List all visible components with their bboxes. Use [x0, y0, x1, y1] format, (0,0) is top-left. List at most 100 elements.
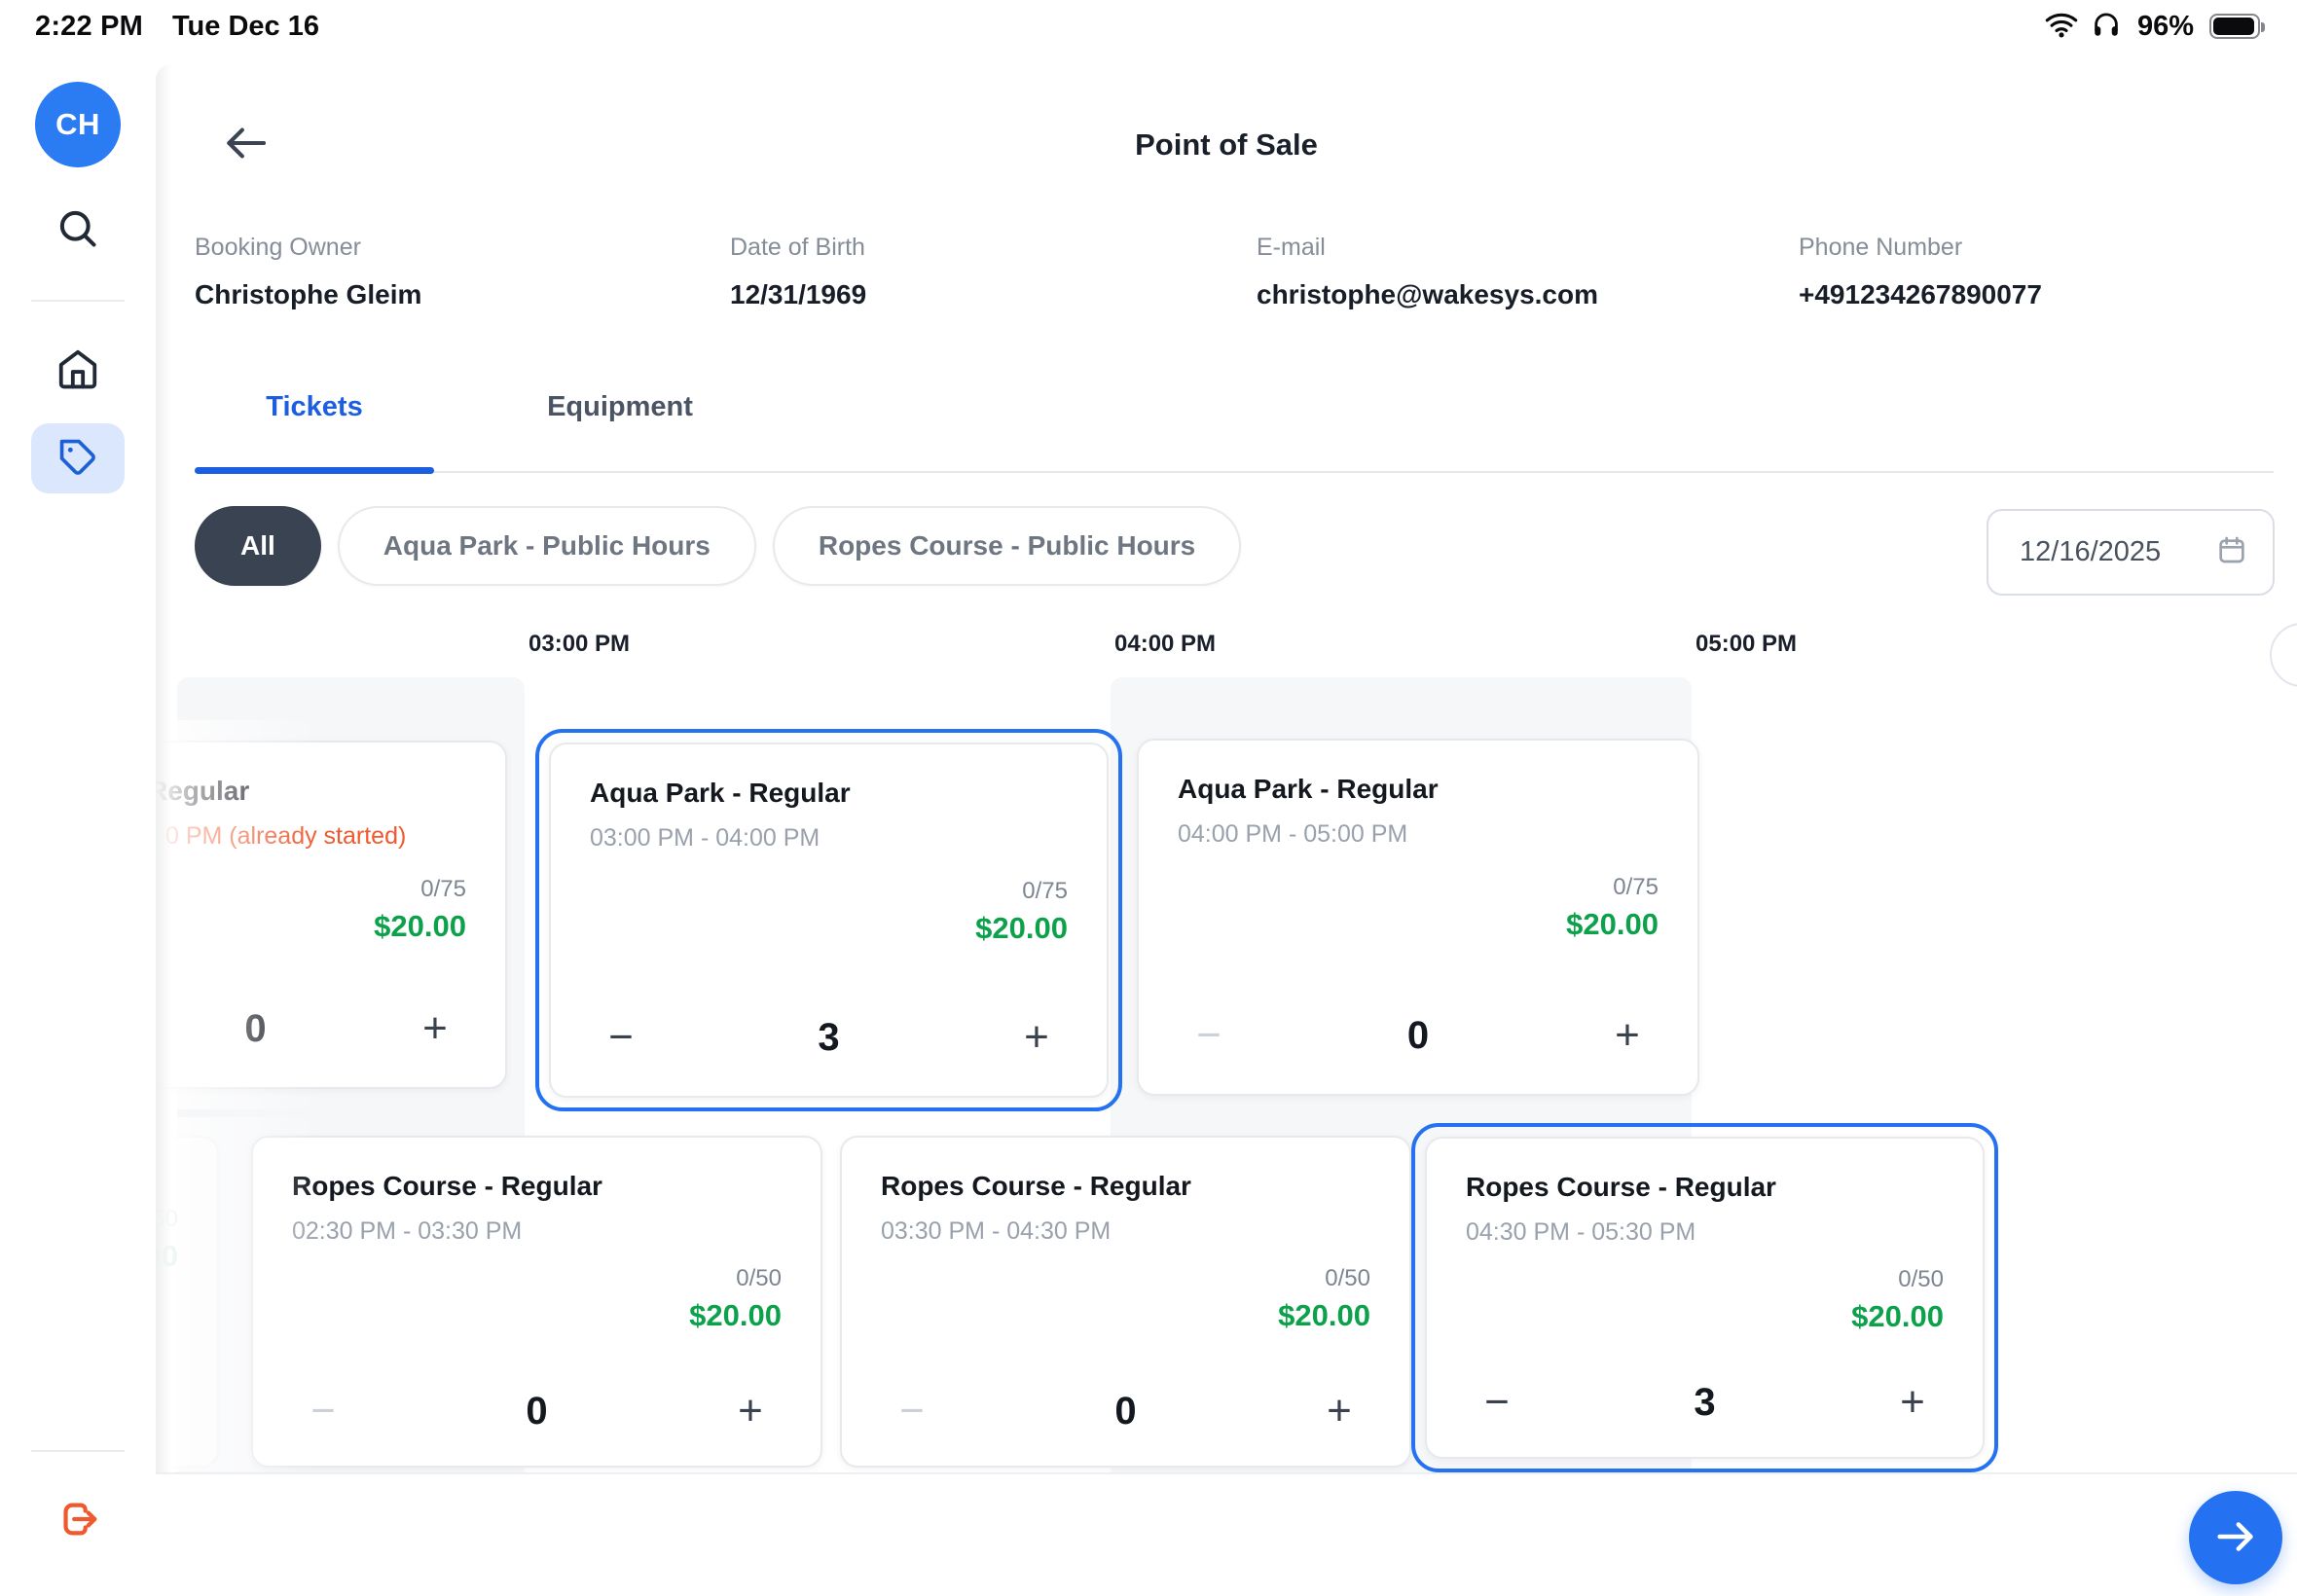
ticket-capacity: 0/50 — [736, 1265, 782, 1292]
ticket-card[interactable]: Ropes Course - Regular 03:30 PM - 04:30 … — [840, 1136, 1411, 1468]
next-button[interactable] — [2189, 1491, 2282, 1584]
field-value: christophe@wakesys.com — [1257, 279, 1598, 310]
ticket-time: 04:30 PM - 05:30 PM — [1466, 1218, 1944, 1247]
ticket-card[interactable]: Ropes Course - Regular 02:30 PM - 03:30 … — [251, 1136, 822, 1468]
ticket-card-selected[interactable]: Ropes Course - Regular 04:30 PM - 05:30 … — [1425, 1137, 1985, 1459]
decrease-button[interactable]: − — [881, 1380, 943, 1442]
quantity-stepper: − 3 + — [1466, 1371, 1944, 1433]
ticket-time: 02:30 PM - 03:30 PM — [292, 1217, 782, 1246]
ticket-time: 04:00 PM - 05:00 PM — [1178, 820, 1659, 849]
ticket-price: $20.00 — [1566, 907, 1659, 942]
increase-button[interactable]: + — [1005, 1006, 1068, 1069]
page-title: Point of Sale — [156, 127, 2297, 163]
footer-bar — [156, 1472, 2297, 1596]
logout-button[interactable] — [31, 1485, 125, 1555]
panel-edge-shadow — [156, 64, 171, 1596]
tab-track — [195, 471, 2274, 473]
battery-icon — [2209, 14, 2260, 39]
quantity-value: 0 — [244, 1007, 266, 1051]
time-slot-label: 04:00 PM — [1114, 631, 1216, 658]
ticket-price: $20.00 — [1851, 1299, 1944, 1334]
status-date: Tue Dec 16 — [172, 11, 319, 43]
scroll-right-button[interactable] — [2270, 623, 2297, 687]
decrease-button[interactable]: − — [1178, 1004, 1240, 1067]
decrease-button[interactable]: − — [590, 1006, 652, 1069]
tag-icon — [57, 437, 98, 481]
quantity-value: 3 — [818, 1016, 839, 1060]
increase-button[interactable]: + — [404, 998, 466, 1060]
ticket-price: $20.00 — [374, 909, 466, 944]
ticket-title: Aqua Park - Regular — [590, 778, 1068, 809]
quantity-stepper: − 0 + — [292, 1380, 782, 1442]
increase-button[interactable]: + — [1308, 1380, 1370, 1442]
logout-icon — [55, 1497, 100, 1544]
home-icon — [55, 346, 100, 394]
increase-button[interactable]: + — [1596, 1004, 1659, 1067]
ticket-capacity: 0/50 — [1325, 1265, 1370, 1292]
avatar[interactable]: CH — [35, 82, 121, 167]
ticket-price: $20.00 — [975, 911, 1068, 946]
field-value: +491234267890077 — [1799, 279, 2042, 310]
chip-aqua-park-public-hours[interactable]: Aqua Park - Public Hours — [338, 506, 756, 586]
increase-button[interactable]: + — [1881, 1371, 1944, 1433]
ticket-title: Ropes Course - Regular — [292, 1171, 782, 1202]
increase-button[interactable]: + — [719, 1380, 782, 1442]
decrease-button[interactable]: − — [1466, 1371, 1528, 1433]
sidebar-item-point-of-sale[interactable] — [31, 423, 125, 493]
sidebar-divider — [31, 1450, 125, 1452]
ticket-time: 03:00 PM - 04:00 PM — [590, 824, 1068, 852]
search-icon — [56, 207, 99, 253]
ticket-title: Regular — [148, 776, 466, 807]
quantity-value: 0 — [526, 1390, 547, 1433]
ticket-capacity: 0/75 — [1613, 874, 1659, 901]
quantity-stepper: − 0 + — [1178, 1004, 1659, 1067]
quantity-value: 3 — [1694, 1381, 1715, 1425]
date-value: 12/16/2025 — [2020, 536, 2161, 568]
tab-equipment[interactable]: Equipment — [498, 391, 742, 423]
sidebar-item-home[interactable] — [31, 335, 125, 405]
ticket-price: $20.00 — [1278, 1298, 1370, 1333]
search-button[interactable] — [31, 197, 125, 263]
ticket-capacity: 0/75 — [1022, 878, 1068, 905]
back-button[interactable] — [218, 119, 273, 169]
ticket-card-selected[interactable]: Aqua Park - Regular 03:00 PM - 04:00 PM … — [549, 743, 1109, 1098]
ticket-capacity: 0/50 — [1898, 1266, 1944, 1293]
quantity-stepper: − 0 + — [881, 1380, 1370, 1442]
field-phone-number: Phone Number +491234267890077 — [1799, 234, 2042, 310]
field-label: Date of Birth — [730, 234, 866, 262]
ticket-title: Ropes Course - Regular — [1466, 1172, 1944, 1203]
chip-all[interactable]: All — [195, 506, 321, 586]
chip-ropes-course-public-hours[interactable]: Ropes Course - Public Hours — [773, 506, 1241, 586]
selected-ticket-ring: Ropes Course - Regular 04:30 PM - 05:30 … — [1411, 1123, 1998, 1472]
tab-tickets[interactable]: Tickets — [195, 391, 434, 423]
back-arrow-icon — [223, 125, 268, 164]
arrow-right-icon — [2213, 1514, 2258, 1562]
headphones-icon — [2091, 9, 2122, 45]
field-booking-owner: Booking Owner Christophe Gleim — [195, 234, 421, 310]
filter-chips: All Aqua Park - Public Hours Ropes Cours… — [195, 506, 1241, 586]
decrease-button[interactable]: − — [292, 1380, 354, 1442]
sidebar: CH — [0, 47, 156, 1596]
status-bar: 2:22 PM Tue Dec 16 96% — [0, 0, 2297, 47]
selected-ticket-ring: Aqua Park - Regular 03:00 PM - 04:00 PM … — [535, 729, 1122, 1111]
status-time: 2:22 PM — [35, 11, 143, 43]
field-date-of-birth: Date of Birth 12/31/1969 — [730, 234, 866, 310]
date-picker[interactable]: 12/16/2025 — [1987, 509, 2275, 596]
calendar-icon — [2216, 534, 2247, 570]
field-email: E-mail christophe@wakesys.com — [1257, 234, 1598, 310]
sidebar-divider — [31, 300, 125, 302]
wifi-icon — [2044, 10, 2079, 44]
field-value: 12/31/1969 — [730, 279, 866, 310]
ticket-card[interactable]: Aqua Park - Regular 04:00 PM - 05:00 PM … — [1137, 739, 1699, 1096]
field-label: Booking Owner — [195, 234, 421, 262]
ticket-title: Ropes Course - Regular — [881, 1171, 1370, 1202]
ticket-price: $20.00 — [689, 1298, 782, 1333]
ticket-time: 03:30 PM - 04:30 PM — [881, 1217, 1370, 1246]
quantity-value: 0 — [1407, 1014, 1429, 1058]
field-label: E-mail — [1257, 234, 1598, 262]
field-label: Phone Number — [1799, 234, 2042, 262]
field-value: Christophe Gleim — [195, 279, 421, 310]
quantity-stepper: − 3 + — [590, 1006, 1068, 1069]
ticket-title: Aqua Park - Regular — [1178, 774, 1659, 805]
ticket-capacity: 0/75 — [420, 876, 466, 903]
